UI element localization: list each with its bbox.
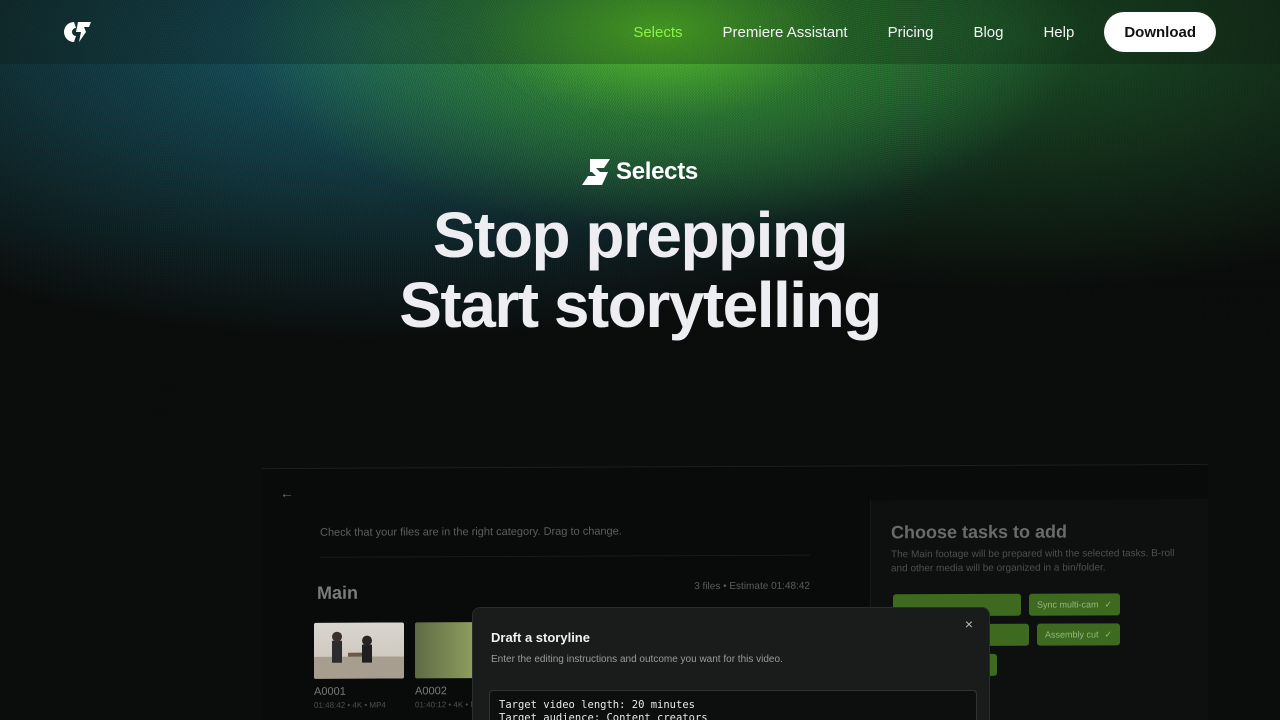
chip-label: Assembly cut [1045, 629, 1099, 640]
download-button[interactable]: Download [1104, 12, 1216, 52]
clip-name: A0001 [314, 685, 346, 698]
product-name: Selects [616, 158, 698, 185]
nav-link-selects[interactable]: Selects [633, 24, 682, 41]
clip-meta: 01:48:42 • 4K • MP4 [314, 700, 386, 710]
chip-label: Sync multi-cam [1037, 599, 1099, 610]
selects-logo-icon [582, 159, 611, 185]
top-navigation: Selects Premiere Assistant Pricing Blog … [0, 0, 1280, 64]
product-brand: Selects [0, 158, 1280, 186]
category-hint: Check that your files are in the right c… [320, 525, 622, 539]
storyline-instructions-input[interactable]: Target video length: 20 minutes Target a… [489, 690, 977, 720]
modal-description: Enter the editing instructions and outco… [491, 654, 783, 665]
section-meta: 3 files • Estimate 01:48:42 [694, 580, 810, 593]
check-icon: ✓ [1104, 628, 1113, 639]
tasks-description: The Main footage will be prepared with t… [891, 548, 1175, 575]
task-chip-assembly-cut[interactable]: Assembly cut ✓ [1037, 623, 1121, 646]
nav-link-pricing[interactable]: Pricing [888, 24, 934, 41]
nav-links: Selects Premiere Assistant Pricing Blog … [633, 12, 1216, 52]
hero-line-2: Start storytelling [399, 269, 882, 341]
divider [320, 554, 810, 558]
task-chip-sync-multi-cam[interactable]: Sync multi-cam ✓ [1029, 593, 1121, 616]
close-icon[interactable]: × [965, 616, 973, 632]
tasks-title: Choose tasks to add [891, 521, 1068, 543]
back-arrow-icon[interactable]: ← [280, 485, 294, 501]
hero-headline: Stop prepping Start storytelling [0, 200, 1280, 340]
nav-link-premiere-assistant[interactable]: Premiere Assistant [723, 24, 848, 41]
nav-link-help[interactable]: Help [1043, 24, 1074, 41]
hero-line-1: Stop prepping [432, 199, 849, 271]
modal-title: Draft a storyline [491, 630, 590, 645]
clip-thumbnail[interactable] [314, 622, 404, 679]
nav-link-blog[interactable]: Blog [973, 24, 1003, 41]
clip-name: A0002 [415, 685, 447, 698]
brand-logo-icon[interactable] [62, 20, 92, 44]
section-title: Main [317, 582, 359, 603]
check-icon: ✓ [1104, 598, 1113, 609]
draft-storyline-modal: Draft a storyline × Enter the editing in… [472, 607, 990, 720]
